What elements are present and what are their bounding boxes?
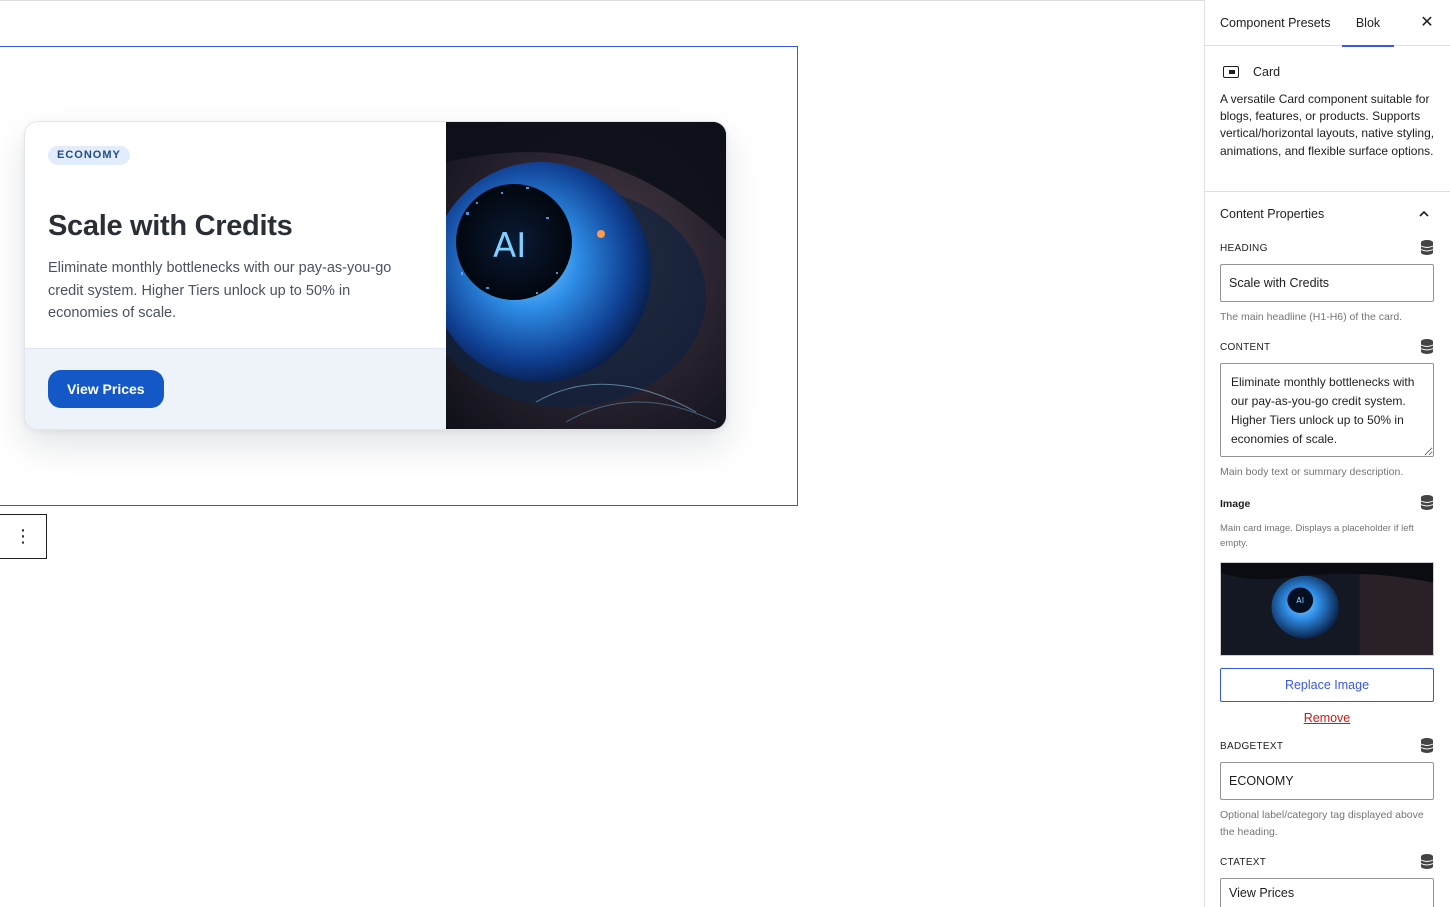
- tab-component-presets[interactable]: Component Presets: [1220, 0, 1330, 46]
- database-icon[interactable]: [1421, 339, 1433, 354]
- database-icon[interactable]: [1421, 854, 1433, 869]
- block-options-button[interactable]: ⋮: [0, 514, 47, 559]
- card-content: Eliminate monthly bottlenecks with our p…: [48, 260, 392, 321]
- content-properties-toggle[interactable]: Content Properties: [1220, 207, 1324, 221]
- content-help: Main body text or summary description.: [1220, 466, 1404, 478]
- settings-sidebar: Component Presets Blok ✕ Card A versatil…: [1204, 0, 1450, 907]
- card-block-icon: [1223, 66, 1239, 78]
- block-description: A versatile Card component suitable for …: [1220, 92, 1435, 158]
- heading-help: The main headline (H1-H6) of the card.: [1220, 311, 1403, 323]
- image-thumbnail: AI: [1220, 562, 1434, 656]
- canvas-top-border: [0, 0, 1204, 1]
- view-prices-button[interactable]: View Prices: [48, 370, 164, 408]
- more-vertical-icon: ⋮: [14, 526, 32, 546]
- image-label: Image: [1220, 498, 1251, 510]
- ctatext-label: CTATEXT: [1220, 857, 1267, 868]
- database-icon[interactable]: [1421, 495, 1433, 510]
- card-component[interactable]: ECONOMY Scale with Credits Eliminate mon…: [24, 121, 727, 430]
- database-icon[interactable]: [1421, 738, 1433, 753]
- chevron-up-icon[interactable]: [1417, 207, 1431, 221]
- replace-image-button[interactable]: Replace Image: [1220, 668, 1434, 702]
- close-icon[interactable]: ✕: [1416, 12, 1438, 34]
- content-label: CONTENT: [1220, 342, 1271, 353]
- remove-image-link[interactable]: Remove: [1205, 711, 1449, 725]
- badgetext-label: BADGETEXT: [1220, 741, 1284, 752]
- block-title: Card: [1253, 65, 1281, 79]
- card-heading: Scale with Credits: [48, 210, 293, 242]
- image-ai-text: AI: [493, 226, 526, 266]
- ctatext-input[interactable]: [1220, 878, 1434, 907]
- thumbnail-ai-text: AI: [1296, 596, 1304, 605]
- card-body: ECONOMY Scale with Credits Eliminate mon…: [25, 122, 446, 348]
- heading-label: HEADING: [1220, 243, 1268, 254]
- badgetext-help: Optional label/category tag displayed ab…: [1220, 809, 1424, 838]
- badgetext-input[interactable]: [1220, 762, 1434, 800]
- image-help: Main card image. Displays a placeholder …: [1220, 523, 1414, 549]
- heading-input[interactable]: [1220, 264, 1434, 302]
- block-card-info: Card A versatile Card component suitable…: [1205, 47, 1450, 192]
- card-footer: View Prices: [25, 348, 446, 429]
- database-icon[interactable]: [1421, 240, 1433, 255]
- content-textarea[interactable]: Eliminate monthly bottlenecks with our p…: [1220, 363, 1434, 457]
- sidebar-tabs: Component Presets Blok ✕: [1205, 0, 1450, 47]
- tab-blok[interactable]: Blok: [1342, 0, 1394, 47]
- card-image: AI: [446, 122, 726, 429]
- card-badge: ECONOMY: [48, 146, 130, 165]
